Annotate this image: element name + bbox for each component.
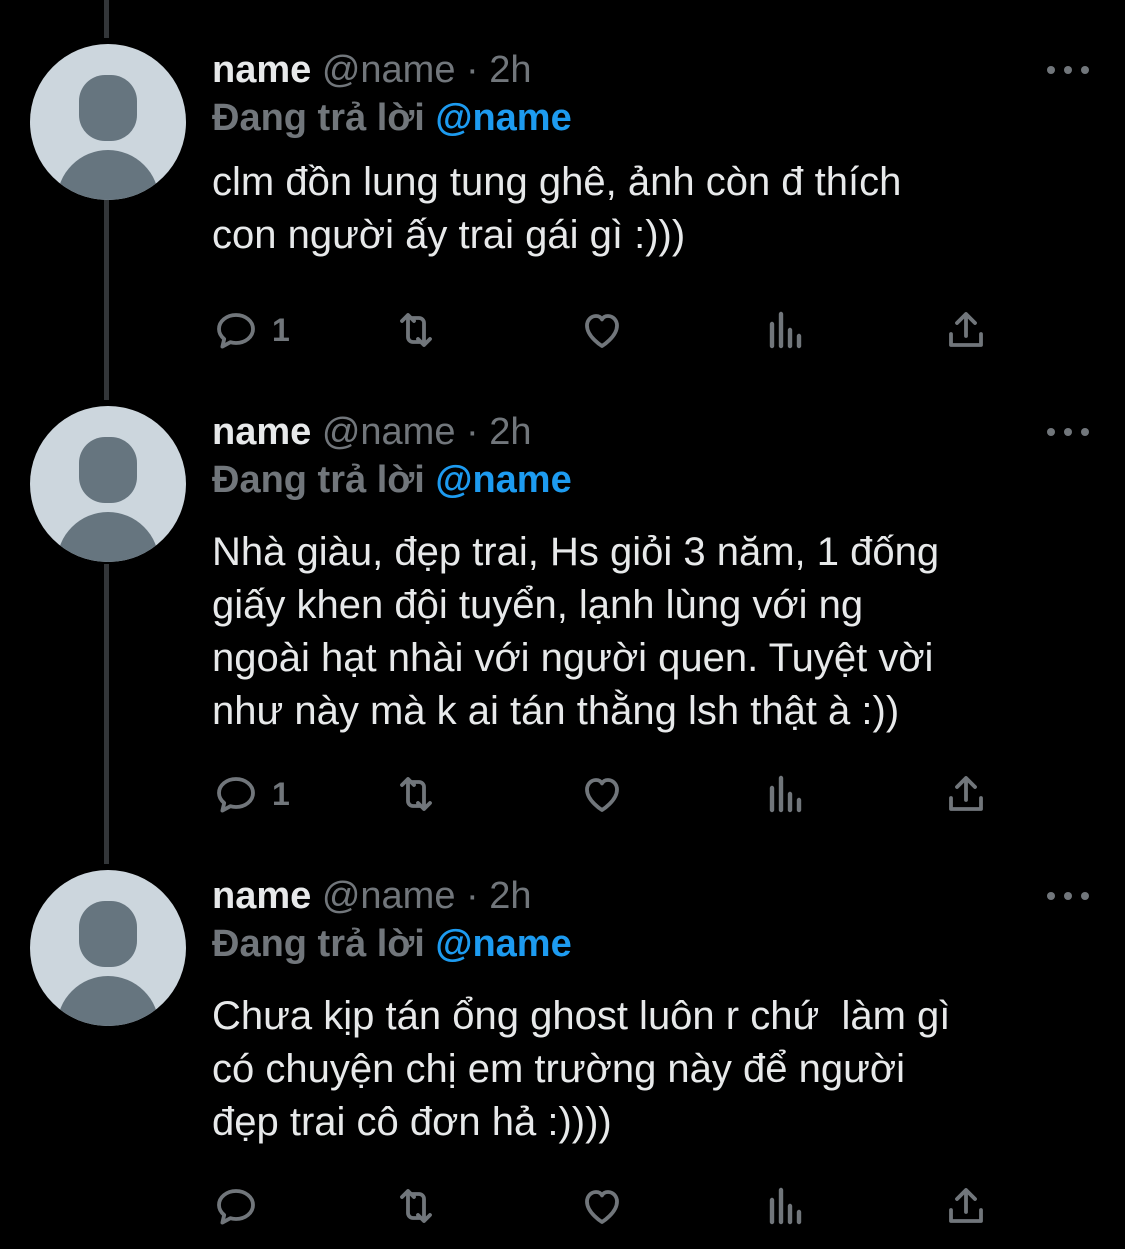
timestamp[interactable]: 2h [489,49,531,91]
dot [1081,892,1089,900]
display-name[interactable]: name [212,411,311,453]
upload-share-icon [949,776,983,811]
tweet-actions: 1 [212,766,1012,822]
analytics-button[interactable] [762,766,810,822]
retweet-button[interactable] [392,302,440,358]
user-handle[interactable]: @name [322,411,456,453]
display-name[interactable]: name [212,875,311,917]
reply-button[interactable]: 1 [212,302,290,358]
replying-to: Đang trả lời @name [212,454,572,506]
reply-button[interactable] [212,1178,272,1234]
display-name[interactable]: name [212,49,311,91]
tweet-actions [212,1178,1012,1234]
retweet-button[interactable] [392,1178,440,1234]
tweet-header: name @name · 2h [212,44,532,96]
dot [1064,892,1072,900]
user-handle[interactable]: @name [322,49,456,91]
avatar-shoulders [57,150,159,200]
tweet[interactable]: name @name · 2h Đang trả lời @name Chưa … [0,870,1125,1240]
speech-bubble-icon [217,1189,255,1225]
more-options-button[interactable] [1047,44,1089,96]
more-options-button[interactable] [1047,406,1089,458]
speech-bubble-icon [217,313,255,349]
dot [1064,66,1072,74]
analytics-button[interactable] [762,302,810,358]
three-dots-icon [1047,428,1055,436]
upload-share-icon [949,312,983,347]
like-button[interactable] [578,302,626,358]
separator-dot: · [466,875,479,917]
replying-to: Đang trả lời @name [212,918,572,970]
tweet[interactable]: name @name · 2h Đang trả lời @name clm đ… [0,44,1125,364]
tweet-header: name @name · 2h [212,870,532,922]
share-button[interactable] [942,302,990,358]
mention-link[interactable]: @name [435,459,571,501]
avatar-shoulders [57,976,159,1026]
avatar[interactable] [30,870,186,1026]
three-dots-icon [1047,892,1055,900]
mention-link[interactable]: @name [435,97,571,139]
like-button[interactable] [578,766,626,822]
tweet-text: Chưa kịp tán ổng ghost luôn r chứ làm gì… [212,994,951,1144]
tweet-text: Nhà giàu, đẹp trai, Hs giỏi 3 năm, 1 đốn… [212,530,940,733]
replying-to-label: Đang trả lời [212,923,425,965]
heart-icon [585,778,619,812]
separator-dot: · [466,411,479,453]
retweet-arrows-icon [400,1189,432,1223]
user-handle[interactable]: @name [322,875,456,917]
thread-line [104,0,109,38]
dot [1081,428,1089,436]
bar-chart-icon [769,311,802,349]
mention-link[interactable]: @name [435,923,571,965]
replying-to: Đang trả lời @name [212,92,572,144]
replying-to-label: Đang trả lời [212,459,425,501]
replying-to-label: Đang trả lời [212,97,425,139]
default-profile-icon [79,75,137,141]
dot [1081,66,1089,74]
heart-icon [585,1190,619,1224]
bar-chart-icon [769,1187,802,1225]
like-button[interactable] [578,1178,626,1234]
dot [1064,428,1072,436]
share-button[interactable] [942,766,990,822]
reply-count: 1 [272,775,290,812]
upload-share-icon [949,1188,983,1223]
separator-dot: · [466,49,479,91]
retweet-arrows-icon [400,313,432,347]
more-options-button[interactable] [1047,870,1089,922]
reply-count: 1 [272,311,290,348]
speech-bubble-icon [217,777,255,813]
timestamp[interactable]: 2h [489,875,531,917]
analytics-button[interactable] [762,1178,810,1234]
retweet-button[interactable] [392,766,440,822]
tweet-text: clm đồn lung tung ghê, ảnh còn đ thích c… [212,160,902,257]
tweet-actions: 1 [212,302,1012,358]
tweet-header: name @name · 2h [212,406,532,458]
share-button[interactable] [942,1178,990,1234]
default-profile-icon [79,437,137,503]
avatar[interactable] [30,406,186,562]
reply-button[interactable]: 1 [212,766,290,822]
default-profile-icon [79,901,137,967]
retweet-arrows-icon [400,777,432,811]
bar-chart-icon [769,775,802,813]
avatar[interactable] [30,44,186,200]
timestamp[interactable]: 2h [489,411,531,453]
heart-icon [585,314,619,348]
avatar-shoulders [57,512,159,562]
tweet[interactable]: name @name · 2h Đang trả lời @name Nhà g… [0,406,1125,826]
three-dots-icon [1047,66,1055,74]
